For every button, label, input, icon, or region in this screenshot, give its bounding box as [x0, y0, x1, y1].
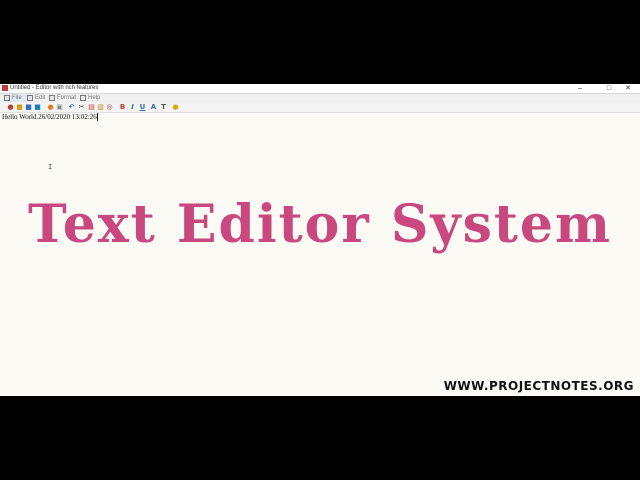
underline-button[interactable]: U — [139, 104, 146, 111]
print-icon[interactable]: ● — [47, 104, 54, 111]
save-as-icon[interactable]: ■ — [34, 104, 41, 111]
edit-icon — [27, 95, 33, 101]
help-icon — [80, 95, 86, 101]
text-caret — [96, 113, 98, 122]
menu-format-label: Format — [57, 95, 77, 101]
close-button[interactable]: ✕ — [616, 84, 640, 93]
title-bar: Untitled - Editor with rich features – □… — [0, 84, 640, 94]
document-text: Hello World.26/02/2020 13:02:26 — [2, 113, 97, 121]
font-color-button[interactable]: A — [150, 104, 157, 111]
text-case-button[interactable]: T — [160, 104, 167, 111]
editor-window: Untitled - Editor with rich features – □… — [0, 84, 640, 396]
copy-icon[interactable]: ▤ — [88, 104, 95, 111]
paste-icon[interactable]: ▥ — [97, 104, 104, 111]
menu-bar: File Edit Format Help — [0, 94, 640, 103]
overlay-title: Text Editor System — [27, 194, 613, 255]
save-icon[interactable]: ■ — [25, 104, 32, 111]
italic-button[interactable]: I — [129, 104, 136, 111]
toolbar: ● ■ ■ ■ ● ▣ ↶ ✂ ▤ ▥ ◎ B I U A T ● — [0, 103, 640, 113]
emoji-icon[interactable]: ● — [172, 104, 179, 111]
minimize-button[interactable]: – — [568, 84, 592, 93]
find-icon[interactable]: ◎ — [106, 104, 113, 111]
window-title: Untitled - Editor with rich features — [10, 85, 99, 91]
text-area[interactable]: Hello World.26/02/2020 13:02:26 I Text E… — [0, 113, 640, 396]
file-icon — [4, 95, 10, 101]
menu-edit-label: Edit — [35, 95, 46, 101]
print-preview-icon[interactable]: ▣ — [56, 104, 63, 111]
app-icon — [2, 85, 8, 91]
document-line: Hello World.26/02/2020 13:02:26 — [2, 113, 98, 122]
watermark: WWW.PROJECTNOTES.ORG — [443, 379, 634, 393]
menu-file-label: File — [12, 95, 22, 101]
undo-icon[interactable]: ↶ — [68, 104, 75, 111]
new-file-icon[interactable]: ● — [7, 104, 14, 111]
menu-help[interactable]: Help — [80, 95, 106, 102]
format-icon — [49, 95, 55, 101]
cut-icon[interactable]: ✂ — [78, 104, 85, 111]
ibeam-cursor-icon: I — [48, 163, 53, 171]
menu-help-label: Help — [88, 95, 101, 101]
bold-button[interactable]: B — [119, 104, 126, 111]
open-folder-icon[interactable]: ■ — [16, 104, 23, 111]
